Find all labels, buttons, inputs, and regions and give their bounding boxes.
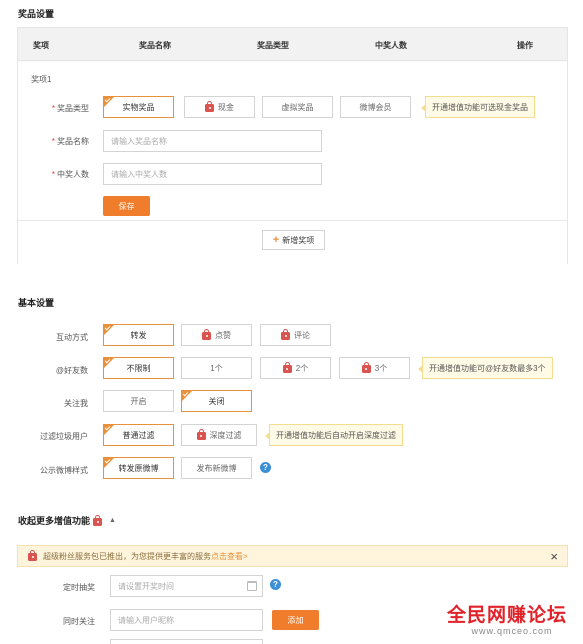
- lock-icon: [196, 429, 206, 440]
- watermark: 全民网赚论坛 www.qmceo.com: [447, 600, 577, 636]
- mention-unlimited[interactable]: 不限制: [103, 357, 174, 379]
- filter-tip: 开通增值功能后自动开启深度过滤: [265, 424, 403, 446]
- calendar-icon[interactable]: [247, 581, 257, 591]
- watermark-main-text: 全民网赚论坛: [447, 605, 568, 626]
- help-icon[interactable]: ?: [270, 579, 281, 590]
- mention-1[interactable]: 1个: [181, 357, 252, 379]
- lock-icon: [282, 362, 292, 373]
- add-prize-button[interactable]: + 新增奖项: [262, 230, 325, 250]
- timed-draw-label: 定时抽奖: [63, 583, 95, 592]
- prize-type-cash[interactable]: 现金: [184, 96, 255, 118]
- draw-time-input[interactable]: 请设置开奖时间: [110, 575, 263, 597]
- advanced-features-toggle[interactable]: 收起更多增值功能 ▲: [18, 514, 116, 527]
- lock-icon: [281, 329, 290, 340]
- filter-normal[interactable]: 普通过滤: [103, 424, 174, 446]
- interaction-comment[interactable]: 评论: [260, 324, 331, 346]
- style-new-post[interactable]: 发布新微博: [181, 457, 252, 479]
- add-follow-button[interactable]: 添加: [272, 610, 319, 630]
- lock-icon: [93, 515, 103, 526]
- prize-type-tip: 开通增值功能可选现金奖品: [421, 96, 535, 118]
- mention-count-label: @好友数: [55, 366, 88, 375]
- prize-table: 奖项 奖品名称 奖品类型 中奖人数 操作 奖项1 * 奖品类型 实物奖品 现金 虚…: [17, 27, 568, 264]
- follow-me-label: 关注我: [64, 399, 88, 408]
- lock-icon: [361, 362, 371, 373]
- lock-icon: [28, 550, 37, 561]
- service-notice-bar: 超级粉丝服务包已推出，为您提供更丰富的服务点击查看> ×: [17, 545, 568, 567]
- close-icon[interactable]: ×: [550, 549, 558, 564]
- follow-off[interactable]: 关闭: [181, 390, 252, 412]
- prize-type-virtual[interactable]: 虚拟奖品: [262, 96, 333, 118]
- save-button[interactable]: 保存: [103, 196, 150, 216]
- interaction-label: 互动方式: [56, 333, 88, 342]
- prize-name-input[interactable]: 请输入奖品名称: [103, 130, 322, 152]
- prize-type-label: * 奖品类型: [51, 104, 89, 113]
- lock-icon: [202, 329, 211, 340]
- plus-icon: +: [272, 233, 280, 246]
- column-header-prize-name: 奖品名称: [139, 41, 171, 50]
- spam-filter-label: 过滤垃圾用户: [40, 432, 88, 441]
- column-header-prize-type: 奖品类型: [257, 41, 289, 50]
- interaction-like[interactable]: 点赞: [181, 324, 252, 346]
- mention-tip: 开通增值功能可@好友数最多3个: [418, 357, 553, 379]
- co-follow-label: 同时关注: [63, 617, 95, 626]
- interaction-repost[interactable]: 转发: [103, 324, 174, 346]
- column-header-winner-count: 中奖人数: [375, 41, 407, 50]
- mention-3[interactable]: 3个: [339, 357, 410, 379]
- prize-table-header: 奖项 奖品名称 奖品类型 中奖人数 操作: [18, 28, 567, 61]
- user-nickname-input[interactable]: 请输入用户昵称: [110, 609, 263, 631]
- prize-type-physical[interactable]: 实物奖品: [103, 96, 174, 118]
- prize-table-footer: + 新增奖项: [18, 220, 567, 264]
- announce-style-label: 公示微博样式: [40, 466, 88, 475]
- mention-2[interactable]: 2个: [260, 357, 331, 379]
- column-header-prize: 奖项: [33, 41, 49, 50]
- notice-text: 超级粉丝服务包已推出，为您提供更丰富的服务点击查看>: [43, 551, 248, 561]
- lock-icon: [205, 101, 214, 112]
- prize-item-label: 奖项1: [31, 75, 52, 84]
- next-input-partial[interactable]: [110, 639, 263, 644]
- follow-on[interactable]: 开启: [103, 390, 174, 412]
- winner-count-input[interactable]: 请输入中奖人数: [103, 163, 322, 185]
- prize-name-label: * 奖品名称: [51, 137, 89, 146]
- prize-type-weibo-vip[interactable]: 微博会员: [340, 96, 411, 118]
- winner-count-label: * 中奖人数: [51, 170, 89, 179]
- watermark-url: www.qmceo.com: [471, 626, 553, 636]
- notice-link[interactable]: 点击查看>: [211, 552, 248, 561]
- style-repost-original[interactable]: 转发原微博: [103, 457, 174, 479]
- basic-settings-title: 基本设置: [18, 298, 55, 308]
- column-header-actions: 操作: [517, 41, 533, 50]
- help-icon[interactable]: ?: [260, 462, 271, 473]
- filter-deep[interactable]: 深度过滤: [181, 424, 257, 446]
- prize-settings-title: 奖品设置: [18, 9, 55, 19]
- chevron-up-icon: ▲: [109, 517, 116, 524]
